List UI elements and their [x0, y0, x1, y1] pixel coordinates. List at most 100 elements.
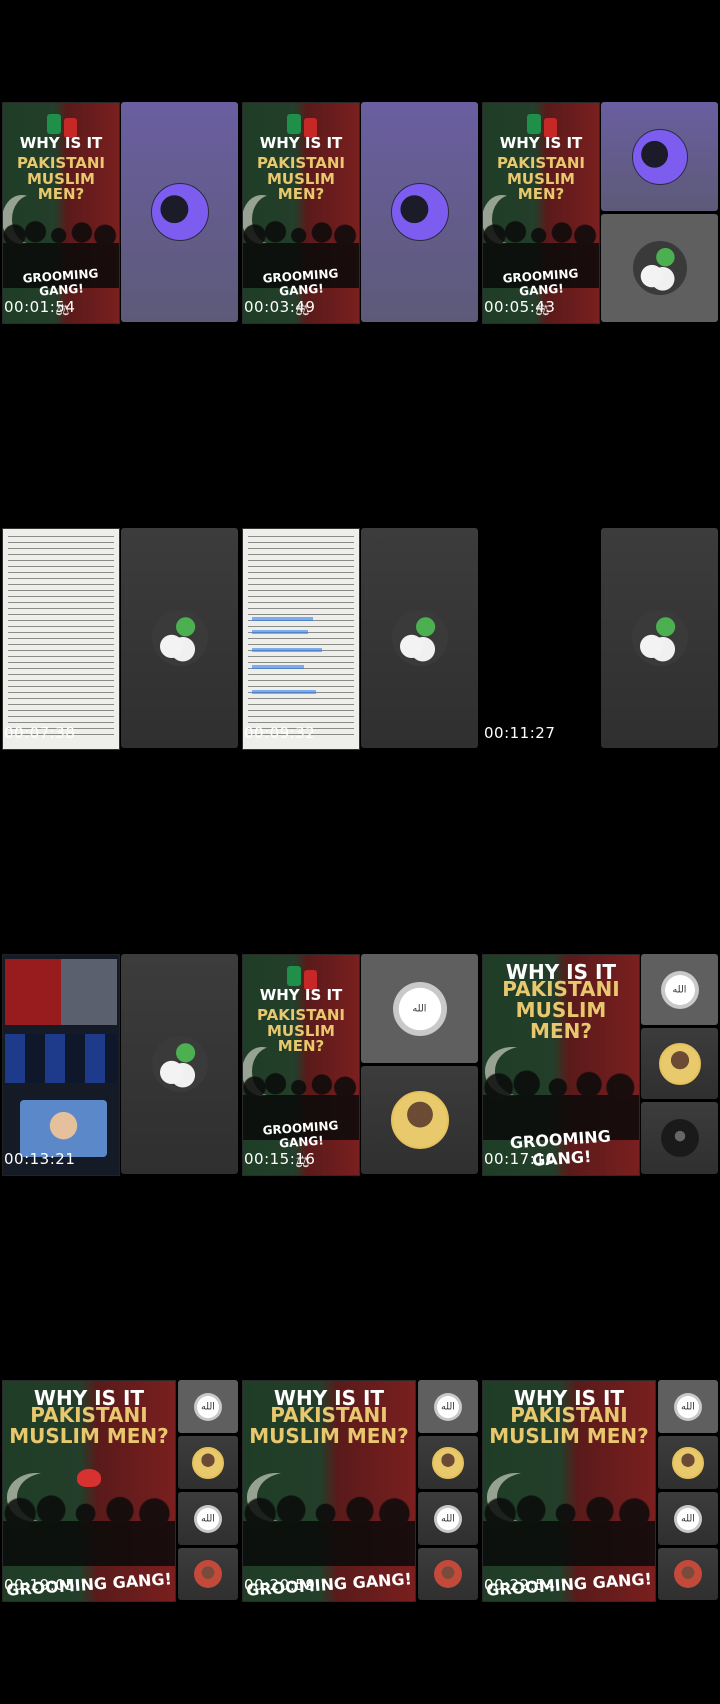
poster-title-line1: WHY IS IT	[259, 986, 343, 1004]
poster-title-line1: WHY IS IT	[259, 134, 343, 152]
participant-tile[interactable]	[418, 1492, 478, 1545]
participant-avatar	[434, 1560, 462, 1588]
participant-tile[interactable]	[601, 102, 718, 211]
participant-tile[interactable]	[641, 1102, 718, 1174]
timestamp: 00:20:59	[244, 1576, 316, 1594]
participant-tile[interactable]	[361, 954, 478, 1063]
participant-avatar	[434, 1392, 462, 1421]
participant-icon-green	[287, 114, 301, 134]
participant-tile[interactable]	[178, 1548, 238, 1600]
participant-avatar	[674, 1560, 702, 1588]
participant-icons	[527, 114, 558, 138]
frame-cell: ⚖ WHY IS IT PAKISTANI MUSLIM MEN? GROOMING G…	[0, 0, 240, 426]
participant-tile[interactable]	[658, 1380, 718, 1433]
contact-sheet: ⚖ WHY IS IT PAKISTANI MUSLIM MEN? GROOMING G…	[0, 0, 720, 1704]
participant-tile[interactable]	[641, 954, 718, 1025]
participant-avatar	[434, 1504, 462, 1533]
participant-avatar	[390, 1091, 449, 1149]
frame-cell: ⚖ WHY IS IT PAKISTANI MUSLIM MEN? GROOMING G…	[480, 0, 720, 426]
highlight-mark	[252, 617, 313, 621]
timestamp: 00:11:27	[484, 724, 556, 742]
participant-avatar	[660, 1119, 699, 1157]
video-frame	[2, 954, 238, 1176]
participant-icon-green	[287, 966, 301, 986]
silhouettes	[3, 1491, 175, 1566]
participant-tile[interactable]	[121, 954, 238, 1174]
poster-thumbnail: ⚖ WHY IS IT PAKISTANI MUSLIM MEN? GROOMING G…	[242, 102, 360, 324]
frame-cell: WHY IS IT PAKISTANI MUSLIM MEN? GROOMING GA…	[480, 852, 720, 1278]
video-frame	[2, 528, 238, 750]
highlight-mark	[252, 665, 305, 670]
participant-tile[interactable]	[601, 214, 718, 322]
participant-tile[interactable]	[658, 1492, 718, 1545]
participant-avatar	[631, 128, 688, 185]
news-image-bottom	[20, 1100, 108, 1158]
participant-avatar	[194, 1392, 222, 1421]
frame-cell: WHY IS IT PAKISTANI MUSLIM MEN? GROOMING GA…	[240, 1278, 480, 1704]
frame-cell: ⚖ WHY IS IT PAKISTANI MUSLIM MEN? GROOMING G…	[240, 852, 480, 1278]
participant-avatar	[150, 183, 209, 241]
participant-icon-green	[527, 114, 541, 134]
poster-title-line2: PAKISTANI MUSLIM MEN?	[243, 1007, 359, 1056]
video-frame	[482, 528, 718, 750]
participant-tile[interactable]	[641, 1028, 718, 1099]
participant-avatar	[151, 1036, 208, 1092]
participant-tile[interactable]	[361, 1066, 478, 1174]
frame-cell: 00:07:38	[0, 426, 240, 852]
news-collage	[2, 954, 120, 1176]
timestamp: 00:05:43	[484, 298, 556, 316]
poster-title-line2: PAKISTANI MUSLIM MEN?	[243, 155, 359, 203]
participant-tile[interactable]	[658, 1436, 718, 1489]
video-frame: WHY IS IT PAKISTANI MUSLIM MEN? GROOMING GA…	[242, 1380, 478, 1602]
participant-icon-green	[47, 114, 61, 134]
highlight-mark	[252, 647, 322, 652]
poster-thumbnail: ⚖ WHY IS IT PAKISTANI MUSLIM MEN? GROOMING G…	[242, 954, 360, 1176]
highlight-mark	[252, 689, 317, 694]
participant-avatar	[194, 1560, 222, 1588]
poster-title-line3-text: MUSLIM MEN?	[249, 1424, 409, 1449]
participant-tile[interactable]	[178, 1436, 238, 1489]
participant-tile[interactable]	[601, 528, 718, 748]
poster-thumbnail: ⚖ WHY IS IT PAKISTANI MUSLIM MEN? GROOMING G…	[482, 102, 600, 324]
participant-tile[interactable]	[658, 1548, 718, 1600]
participant-icons	[287, 966, 318, 990]
poster-title-line1: WHY IS IT	[19, 134, 103, 152]
video-frame: ⚖ WHY IS IT PAKISTANI MUSLIM MEN? GROOMING G…	[242, 102, 478, 324]
timestamp: 00:03:49	[244, 298, 316, 316]
timestamp: 00:09:32	[244, 724, 316, 742]
participant-tile[interactable]	[361, 528, 478, 748]
participant-avatar	[660, 970, 699, 1009]
video-frame: ⚖ WHY IS IT PAKISTANI MUSLIM MEN? GROOMING G…	[482, 102, 718, 324]
poster-title-line3-text: MUSLIM MEN?	[515, 998, 607, 1044]
participant-avatar	[194, 1504, 222, 1533]
participant-tile[interactable]	[418, 1380, 478, 1433]
participant-tile[interactable]	[121, 528, 238, 748]
frame-cell: 00:13:21	[0, 852, 240, 1278]
participant-avatar	[631, 610, 688, 666]
poster-thumbnail: WHY IS IT PAKISTANI MUSLIM MEN? GROOMING GA…	[242, 1380, 416, 1602]
participant-icons	[287, 114, 318, 138]
video-frame: WHY IS IT PAKISTANI MUSLIM MEN? GROOMING GA…	[482, 954, 718, 1176]
frame-cell: ⚖ WHY IS IT PAKISTANI MUSLIM MEN? GROOMING G…	[240, 0, 480, 426]
participant-tile[interactable]	[178, 1380, 238, 1433]
participant-avatar	[390, 183, 449, 241]
participant-avatar	[674, 1504, 702, 1533]
video-frame: ⚖ WHY IS IT PAKISTANI MUSLIM MEN? GROOMING G…	[2, 102, 238, 324]
poster-thumbnail: ⚖ WHY IS IT PAKISTANI MUSLIM MEN? GROOMING G…	[2, 102, 120, 324]
video-frame: WHY IS IT PAKISTANI MUSLIM MEN? GROOMING GA…	[2, 1380, 238, 1602]
participant-tile[interactable]	[178, 1492, 238, 1545]
document-text-lines	[7, 535, 115, 736]
participant-tile[interactable]	[418, 1436, 478, 1489]
poster-title-line3-text: MUSLIM MEN?	[507, 169, 575, 204]
participant-tile[interactable]	[121, 102, 238, 322]
participant-tile[interactable]	[418, 1548, 478, 1600]
poster-title-line3-text: MUSLIM MEN?	[267, 1021, 335, 1056]
participant-avatar	[391, 610, 448, 666]
poster-title-line3-text: MUSLIM MEN?	[9, 1424, 169, 1449]
poster-title-line3-text: MUSLIM MEN?	[27, 169, 95, 204]
timestamp: 00:01:54	[4, 298, 76, 316]
participant-avatar	[151, 610, 208, 666]
frame-cell: WHY IS IT PAKISTANI MUSLIM MEN? GROOMING GA…	[0, 1278, 240, 1704]
participant-tile[interactable]	[361, 102, 478, 322]
poster-thumbnail: WHY IS IT PAKISTANI MUSLIM MEN? GROOMING GA…	[482, 954, 640, 1176]
